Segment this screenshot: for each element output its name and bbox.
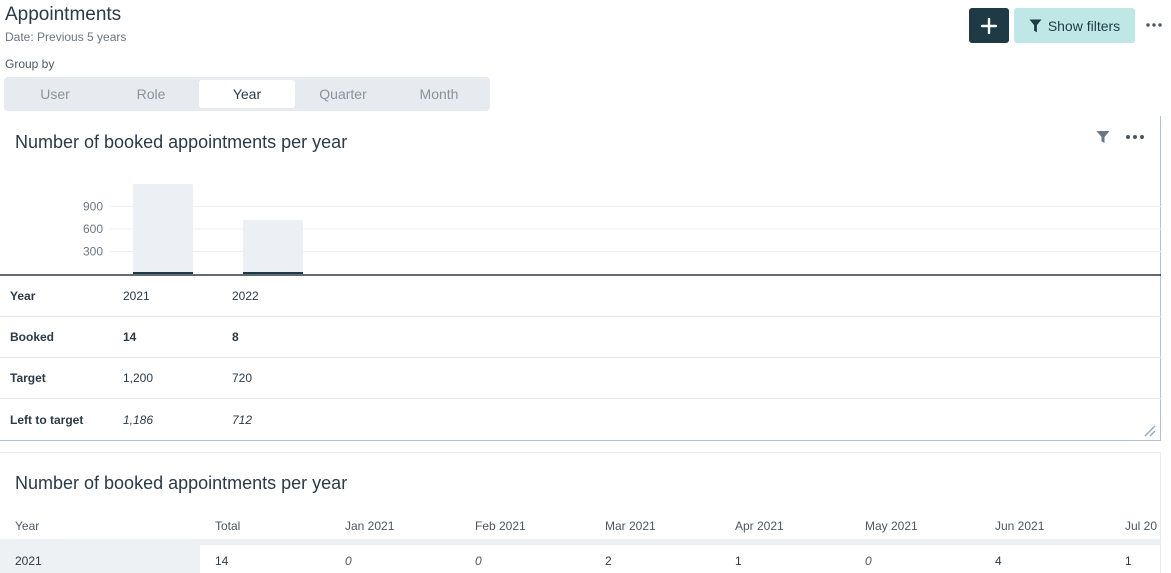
card-more-icon[interactable] (1125, 130, 1145, 144)
cell-month: 0 (865, 554, 872, 568)
y-tick-label: 900 (83, 200, 103, 214)
table-header: Year Total Jan 2021 Feb 2021 Mar 2021 Ap… (0, 519, 1161, 539)
target-bar-2022 (243, 220, 303, 274)
y-tick-label: 300 (83, 245, 103, 259)
column-header[interactable]: Mar 2021 (605, 519, 656, 533)
cell-month: 0 (345, 554, 352, 568)
row-label: Target (10, 371, 46, 385)
cell-year: 2021 (15, 554, 42, 568)
target-bar-2021 (133, 184, 193, 274)
show-filters-button[interactable]: Show filters (1014, 8, 1135, 43)
bar-chart: 300 600 900 (0, 171, 1161, 276)
cell-2021: 14 (123, 330, 137, 344)
page-title: Appointments (5, 4, 122, 25)
group-by-year[interactable]: Year (199, 80, 295, 108)
cell-2022: 720 (232, 371, 253, 385)
more-options-icon[interactable] (1145, 13, 1163, 37)
summary-table: Year 2021 2022 Booked 14 8 Target 1,200 … (0, 276, 1161, 440)
group-by-quarter[interactable]: Quarter (295, 80, 391, 108)
cell-2022: 712 (232, 412, 253, 427)
column-header[interactable]: Apr 2021 (735, 519, 784, 533)
cell-total: 14 (215, 554, 229, 568)
cell-2022: 2022 (232, 289, 259, 303)
group-by-user[interactable]: User (7, 80, 103, 108)
group-by-role[interactable]: Role (103, 80, 199, 108)
cell-month: 4 (995, 554, 1002, 568)
group-by-month[interactable]: Month (391, 80, 487, 108)
table-row-year: Year 2021 2022 (0, 276, 1161, 317)
row-label: Left to target (10, 412, 84, 427)
column-header[interactable]: Year (15, 519, 39, 533)
card-filter-icon[interactable] (1095, 129, 1111, 145)
group-by-label: Group by (5, 57, 55, 71)
cell-month: 0 (475, 554, 482, 568)
cell-month: 1 (735, 554, 742, 568)
table-row-left-to-target: Left to target 1,186 712 (0, 399, 1161, 440)
column-header[interactable]: May 2021 (865, 519, 918, 533)
resize-handle-icon[interactable] (1140, 421, 1156, 437)
table-row-target: Target 1,200 720 (0, 358, 1161, 399)
table-row-booked: Booked 14 8 (0, 317, 1161, 358)
cell-2021: 2021 (123, 289, 150, 303)
column-header[interactable]: Jan 2021 (345, 519, 394, 533)
table-card-title: Number of booked appointments per year (15, 473, 348, 493)
plus-icon (980, 17, 998, 34)
filter-icon (1029, 19, 1042, 32)
add-button[interactable] (969, 8, 1009, 43)
booked-bar-2022 (243, 272, 303, 274)
group-by-segmented-control: User Role Year Quarter Month (4, 77, 490, 111)
column-header[interactable]: Feb 2021 (475, 519, 526, 533)
cell-2021: 1,186 (123, 412, 154, 427)
cell-2021: 1,200 (123, 371, 154, 385)
cell-2022: 8 (232, 330, 239, 344)
row-label: Year (10, 289, 36, 303)
bar-chart-svg: 300 600 900 (0, 184, 1161, 276)
column-header[interactable]: Jun 2021 (995, 519, 1044, 533)
column-header[interactable]: Total (215, 519, 240, 533)
show-filters-label: Show filters (1047, 17, 1121, 34)
chart-card: Number of booked appointments per year 3… (0, 116, 1161, 441)
column-header[interactable]: Jul 20 (1125, 519, 1157, 533)
y-tick-label: 600 (83, 222, 103, 236)
chart-card-title: Number of booked appointments per year (15, 132, 348, 152)
cell-month: 1 (1125, 554, 1132, 568)
row-label: Booked (10, 330, 55, 344)
monthly-table-card: Number of booked appointments per year Y… (0, 452, 1161, 573)
booked-bar-2021 (133, 272, 193, 274)
date-range-subtitle: Date: Previous 5 years (5, 30, 127, 44)
cell-month: 2 (605, 554, 612, 568)
table-row: 2021 14 0 0 2 1 0 4 1 (0, 545, 1161, 573)
